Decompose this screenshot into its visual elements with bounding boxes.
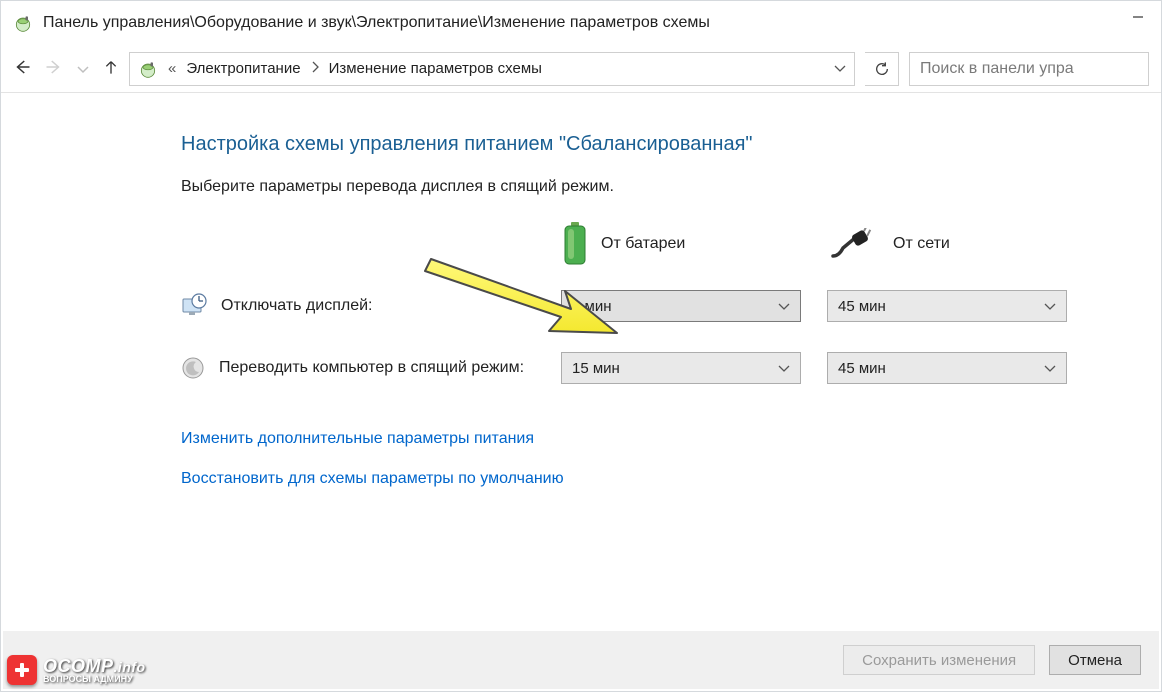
save-button[interactable]: Сохранить изменения	[843, 645, 1035, 675]
breadcrumb-item[interactable]: Изменение параметров схемы	[321, 56, 550, 81]
dropdown-value: 45 мин	[838, 360, 886, 377]
page-title: Настройка схемы управления питанием "Сба…	[181, 133, 1141, 156]
dropdown-value: 15 мин	[572, 360, 620, 377]
dropdown-display-plugged[interactable]: 45 мин	[827, 290, 1067, 322]
sleep-moon-icon	[181, 356, 205, 380]
watermark-badge-icon	[7, 655, 37, 685]
address-dropdown[interactable]	[826, 60, 854, 77]
main-content: Настройка схемы управления питанием "Сба…	[1, 93, 1161, 508]
link-restore-defaults[interactable]: Восстановить для схемы параметры по умол…	[181, 470, 1141, 488]
watermark-sub: ВОПРОСЫ АДМИНУ	[43, 675, 146, 684]
power-options-icon	[13, 13, 33, 33]
power-options-icon	[138, 59, 158, 79]
page-description: Выберите параметры перевода дисплея в сп…	[181, 178, 1141, 196]
titlebar: Панель управления\Оборудование и звук\Эл…	[1, 1, 1161, 45]
nav-up-button[interactable]	[103, 58, 119, 79]
dropdown-sleep-plugged[interactable]: 45 мин	[827, 352, 1067, 384]
column-header-label: От батареи	[601, 235, 685, 253]
watermark: OCOMP.info ВОПРОСЫ АДМИНУ	[7, 655, 146, 685]
search-placeholder: Поиск в панели упра	[920, 60, 1074, 78]
column-header-plugged: От сети	[831, 228, 1101, 260]
dropdown-display-battery[interactable]: 5 мин	[561, 290, 801, 322]
chevron-down-icon	[778, 298, 790, 315]
power-plug-icon	[831, 228, 881, 260]
minimize-button[interactable]	[1115, 1, 1161, 33]
setting-label-text: Отключать дисплей:	[221, 297, 372, 315]
chevron-right-icon	[311, 60, 319, 77]
nav-recent-dropdown[interactable]	[77, 61, 89, 77]
monitor-timeout-icon	[181, 293, 207, 319]
window-title: Панель управления\Оборудование и звук\Эл…	[43, 14, 710, 32]
link-advanced-settings[interactable]: Изменить дополнительные параметры питани…	[181, 430, 1141, 448]
breadcrumb-item[interactable]: Электропитание	[178, 56, 308, 81]
chevron-down-icon	[1044, 360, 1056, 377]
column-header-battery: От батареи	[561, 222, 831, 266]
battery-icon	[561, 222, 589, 266]
dropdown-sleep-battery[interactable]: 15 мин	[561, 352, 801, 384]
column-header-label: От сети	[893, 235, 950, 253]
nav-back-button[interactable]	[13, 58, 31, 79]
watermark-suffix: .info	[114, 659, 146, 675]
nav-forward-button[interactable]	[45, 58, 63, 79]
navbar: « Электропитание Изменение параметров сх…	[1, 45, 1161, 93]
search-input[interactable]: Поиск в панели упра	[909, 52, 1149, 86]
watermark-brand: OCOMP	[43, 656, 114, 676]
address-bar[interactable]: « Электропитание Изменение параметров сх…	[129, 52, 855, 86]
refresh-button[interactable]	[865, 52, 899, 86]
setting-label-text: Переводить компьютер в спящий режим:	[219, 359, 524, 377]
dropdown-value: 45 мин	[838, 298, 886, 315]
setting-row-sleep: Переводить компьютер в спящий режим: 15 …	[181, 352, 1141, 384]
chevron-down-icon	[1044, 298, 1056, 315]
dropdown-value: 5 мин	[572, 298, 612, 315]
breadcrumb-overflow[interactable]: «	[168, 60, 176, 77]
setting-row-display-off: Отключать дисплей: 5 мин 45 мин	[181, 290, 1141, 322]
cancel-button[interactable]: Отмена	[1049, 645, 1141, 675]
chevron-down-icon	[778, 360, 790, 377]
footer: Сохранить изменения Отмена	[3, 631, 1159, 689]
